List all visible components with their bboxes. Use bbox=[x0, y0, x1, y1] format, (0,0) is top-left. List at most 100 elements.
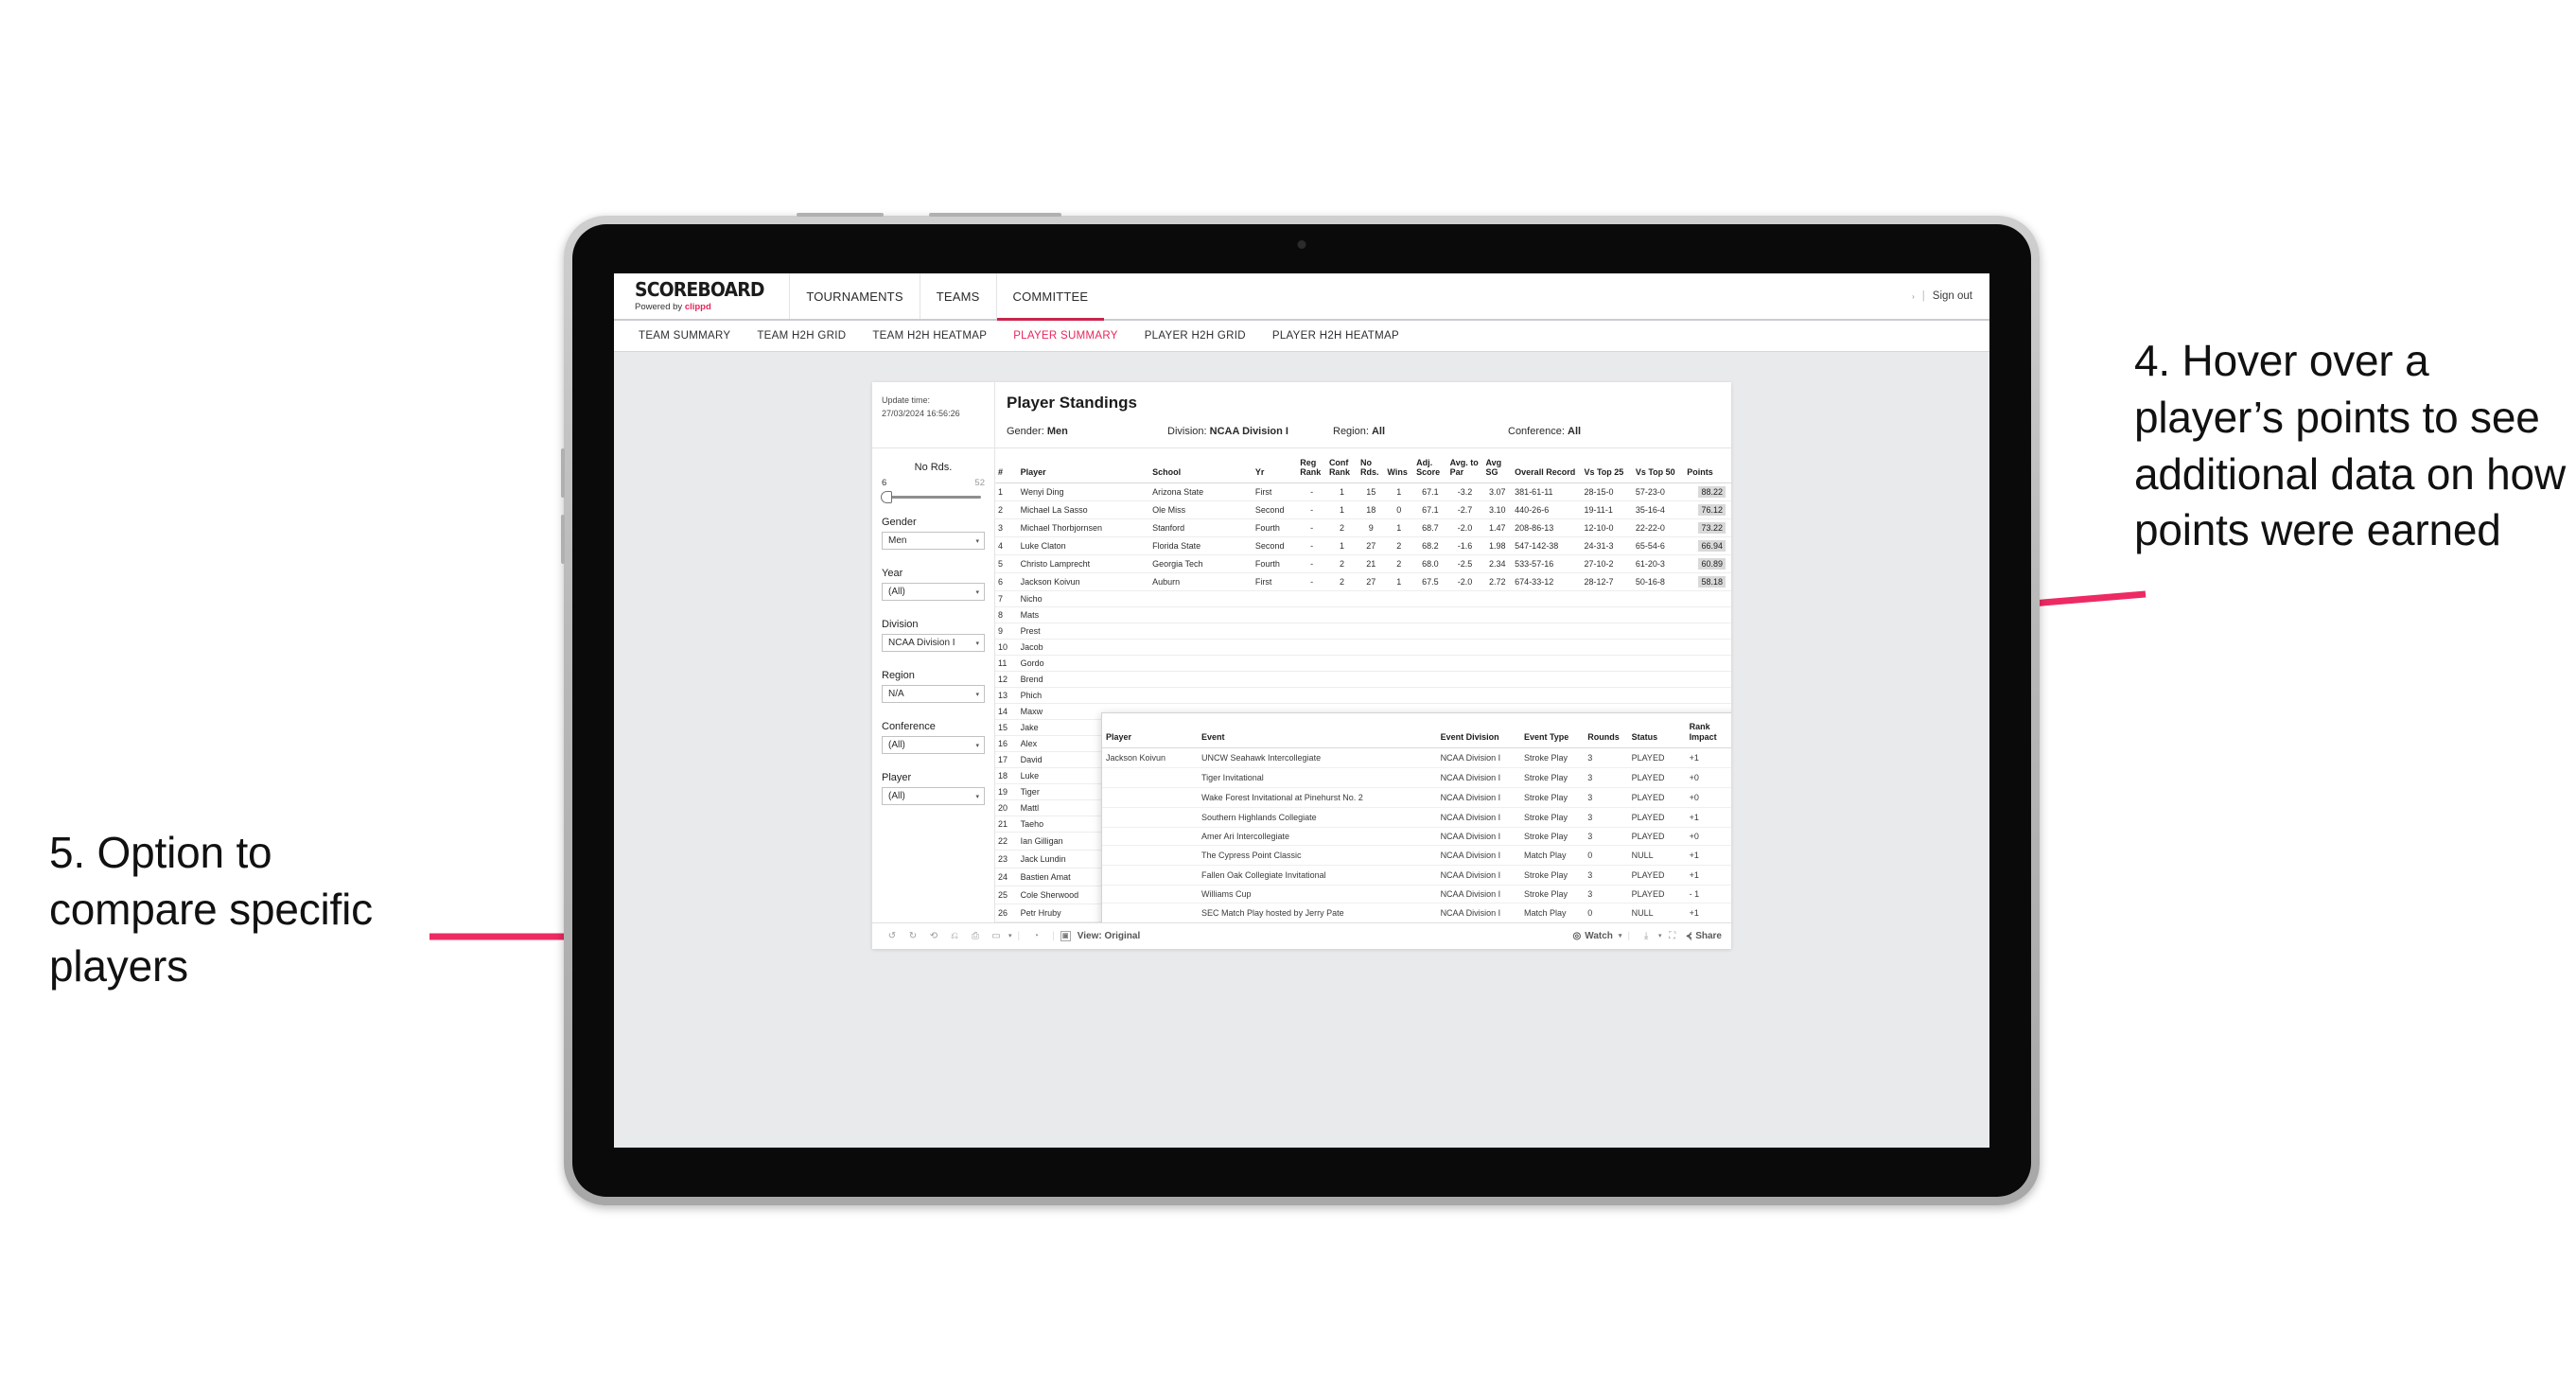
tt-cell-event-division: NCAA Division I bbox=[1436, 787, 1520, 808]
filter-gender-select[interactable]: Men ▾ bbox=[882, 532, 985, 550]
tt-cell-status: PLAYED bbox=[1627, 767, 1686, 788]
tab-player-summary[interactable]: PLAYER SUMMARY bbox=[1000, 330, 1131, 342]
filter-division-select[interactable]: NCAA Division I ▾ bbox=[882, 634, 985, 652]
volume-down-button[interactable] bbox=[561, 515, 565, 564]
col-school[interactable]: School bbox=[1149, 448, 1253, 483]
tablet-bezel: SCOREBOARD Powered by clippd TOURNAMENTS… bbox=[572, 224, 2031, 1197]
table-row[interactable]: 2 Michael La Sasso Ole Miss Second -1 18 0 67.1… bbox=[995, 500, 1731, 519]
cell-avg-to-par bbox=[1446, 623, 1483, 640]
table-row[interactable]: 5 Christo Lamprecht Georgia Tech Fourth -2 21… bbox=[995, 554, 1731, 573]
filter-year-select[interactable]: (All) ▾ bbox=[882, 583, 985, 601]
power-button[interactable] bbox=[797, 213, 884, 217]
cell-reg-rank: - bbox=[1297, 554, 1326, 573]
redo-icon[interactable]: ↻ bbox=[902, 926, 923, 945]
col-overall-record[interactable]: Overall Record bbox=[1512, 448, 1582, 483]
col-no-rds[interactable]: No Rds. bbox=[1358, 448, 1385, 483]
table-row[interactable]: 7 Nicho bbox=[995, 590, 1731, 607]
tt-cell-player: Jackson Koivun bbox=[1102, 747, 1199, 768]
download-icon[interactable]: ⤓ bbox=[1636, 926, 1656, 945]
view-original-button[interactable]: ▣ View: Original bbox=[1060, 930, 1140, 941]
refresh-icon[interactable]: ⎌ bbox=[944, 926, 965, 945]
col-conf-rank[interactable]: Conf Rank bbox=[1325, 448, 1358, 483]
filter-gender: Gender Men ▾ bbox=[882, 517, 985, 550]
cell-avg-to-par: -2.5 bbox=[1446, 554, 1483, 573]
nav-item-committee[interactable]: COMMITTEE bbox=[995, 273, 1105, 321]
no-rounds-slider-group: No Rds. 6 52 bbox=[881, 462, 985, 503]
table-row[interactable]: 12 Brend bbox=[995, 671, 1731, 688]
cell-points bbox=[1684, 687, 1731, 704]
pause-updates-icon[interactable]: ⎙ bbox=[965, 926, 986, 945]
points-value[interactable]: 88.22 bbox=[1698, 485, 1726, 498]
volume-up-button[interactable] bbox=[561, 448, 565, 498]
points-hover-tooltip: Player Event Event Division Event Type R… bbox=[1101, 712, 1731, 922]
watch-caret-icon[interactable]: ▾ bbox=[1619, 932, 1622, 939]
filter-conference-select[interactable]: (All) ▾ bbox=[882, 736, 985, 754]
table-row[interactable]: 4 Luke Claton Florida State Second -1 27 2 68.2… bbox=[995, 536, 1731, 555]
tab-team-summary[interactable]: TEAM SUMMARY bbox=[625, 330, 744, 342]
col-vs-top-50[interactable]: Vs Top 50 bbox=[1632, 448, 1685, 483]
table-row[interactable]: 13 Phich bbox=[995, 687, 1731, 704]
tt-cell-rounds: 0 bbox=[1584, 845, 1628, 866]
points-value[interactable]: 76.12 bbox=[1698, 503, 1726, 516]
table-row[interactable]: 3 Michael Thorbjornsen Stanford Fourth -2 9 1 6… bbox=[995, 518, 1731, 537]
col-adj-score[interactable]: Adj. Score bbox=[1413, 448, 1447, 483]
undo-icon[interactable]: ↺ bbox=[882, 926, 902, 945]
tab-team-h2h-heatmap[interactable]: TEAM H2H HEATMAP bbox=[859, 330, 1000, 342]
revert-icon[interactable]: ⟲ bbox=[923, 926, 944, 945]
chevron-down-icon: ▾ bbox=[975, 793, 979, 800]
brand-logo[interactable]: SCOREBOARD Powered by clippd bbox=[614, 273, 789, 319]
no-rounds-slider[interactable] bbox=[881, 491, 981, 503]
cell-avg-to-par: -2.7 bbox=[1446, 500, 1483, 519]
filter-player-select[interactable]: (All) ▾ bbox=[882, 787, 985, 805]
filter-region-select[interactable]: N/A ▾ bbox=[882, 685, 985, 703]
points-value[interactable]: 66.94 bbox=[1698, 539, 1726, 552]
cell-vs-top25: 28-15-0 bbox=[1581, 482, 1633, 501]
account-caret-icon[interactable]: › bbox=[1912, 292, 1915, 301]
tab-player-h2h-heatmap[interactable]: PLAYER H2H HEATMAP bbox=[1259, 330, 1412, 342]
tooltip-header-row: Player Event Event Division Event Type R… bbox=[1102, 713, 1731, 748]
col-player[interactable]: Player bbox=[1017, 448, 1150, 483]
points-value[interactable]: 73.22 bbox=[1698, 521, 1726, 534]
fullscreen-icon[interactable]: ⛶ bbox=[1662, 926, 1683, 945]
share-button[interactable]: ⦓ Share bbox=[1687, 931, 1722, 941]
col-rank[interactable]: # bbox=[995, 448, 1018, 483]
tt-cell-rounds: 3 bbox=[1584, 747, 1628, 768]
cell-rank: 18 bbox=[995, 767, 1018, 784]
cell-vs-top25: 24-31-3 bbox=[1581, 536, 1633, 555]
table-row[interactable]: 9 Prest bbox=[995, 623, 1731, 640]
col-reg-rank[interactable]: Reg Rank bbox=[1297, 448, 1326, 483]
col-avg-sg[interactable]: Avg SG bbox=[1482, 448, 1513, 483]
alerts-icon[interactable]: ▭ bbox=[986, 926, 1007, 945]
slider-handle[interactable] bbox=[881, 491, 892, 503]
col-wins[interactable]: Wins bbox=[1384, 448, 1414, 483]
tab-player-h2h-grid[interactable]: PLAYER H2H GRID bbox=[1131, 330, 1259, 342]
table-row[interactable]: 11 Gordo bbox=[995, 655, 1731, 672]
nav-item-teams[interactable]: TEAMS bbox=[919, 273, 996, 319]
nav-item-tournaments[interactable]: TOURNAMENTS bbox=[789, 273, 919, 319]
points-value[interactable]: 58.18 bbox=[1698, 575, 1726, 588]
slider-max-value: 52 bbox=[974, 478, 985, 488]
alerts-caret-icon[interactable]: ▾ bbox=[1008, 932, 1012, 939]
annotation-hover-points: 4. Hover over a player’s points to see a… bbox=[2134, 336, 2566, 555]
table-row[interactable]: 10 Jacob bbox=[995, 639, 1731, 656]
history-icon[interactable]: ◔ bbox=[1025, 926, 1046, 945]
cell-overall-record bbox=[1512, 687, 1582, 704]
table-row[interactable]: 6 Jackson Koivun Auburn First -2 27 1 67.5 -2.0 2… bbox=[995, 572, 1731, 591]
col-yr[interactable]: Yr bbox=[1252, 448, 1298, 483]
points-value[interactable]: 60.89 bbox=[1698, 557, 1726, 570]
tt-cell-event-division: NCAA Division I bbox=[1436, 903, 1520, 922]
table-row[interactable]: 1 Wenyi Ding Arizona State First -1 15 1 67.1 -3… bbox=[995, 482, 1731, 501]
cell-wins bbox=[1384, 655, 1414, 672]
tt-cell-event-type: Stroke Play bbox=[1519, 807, 1585, 828]
powered-by-text: Powered by bbox=[635, 302, 685, 312]
watch-button[interactable]: ◎ Watch ▾ bbox=[1573, 931, 1622, 941]
sign-out-link[interactable]: Sign out bbox=[1933, 290, 1972, 302]
cell-reg-rank bbox=[1297, 590, 1326, 607]
tab-team-h2h-grid[interactable]: TEAM H2H GRID bbox=[744, 330, 859, 342]
watch-icon: ◎ bbox=[1572, 930, 1582, 941]
col-vs-top-25[interactable]: Vs Top 25 bbox=[1581, 448, 1633, 483]
col-points[interactable]: Points bbox=[1684, 448, 1731, 483]
table-row[interactable]: 8 Mats bbox=[995, 606, 1731, 623]
cell-avg-to-par bbox=[1446, 639, 1483, 656]
col-avg-to-par[interactable]: Avg. to Par bbox=[1446, 448, 1483, 483]
